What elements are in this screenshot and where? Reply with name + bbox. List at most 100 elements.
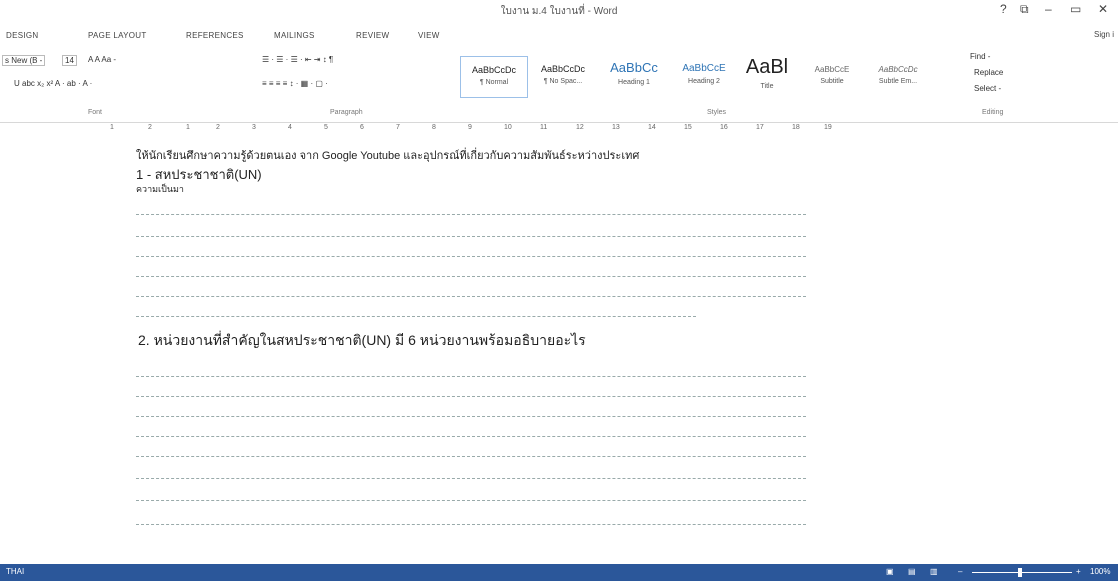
answer-line <box>136 524 806 525</box>
select-button[interactable]: Select - <box>974 84 1001 93</box>
minimize-icon[interactable]: – <box>1045 2 1052 16</box>
style-title[interactable]: AaBl Title <box>738 56 796 96</box>
tab-references[interactable]: REFERENCES <box>186 31 244 40</box>
ruler-number: 4 <box>288 124 292 131</box>
paragraph-group-label: Paragraph <box>330 109 363 116</box>
window-title: ใบงาน ม.4 ใบงานที่ - Word <box>500 6 618 17</box>
answer-line <box>136 316 696 317</box>
answer-line <box>136 236 806 237</box>
ruler-number: 11 <box>540 124 548 131</box>
answer-line <box>136 296 806 297</box>
document-page[interactable]: ให้นักเรียนศึกษาความรู้ด้วยตนเอง จาก Goo… <box>130 140 830 550</box>
answer-line <box>136 256 806 257</box>
horizontal-ruler[interactable]: 1 2 1 2 3 4 5 6 7 8 9 10 11 12 13 14 15 … <box>100 122 840 136</box>
ribbon-tabs: DESIGN PAGE LAYOUT REFERENCES MAILINGS R… <box>0 28 1118 48</box>
style-normal[interactable]: AaBbCcDc ¶ Normal <box>460 56 528 98</box>
answer-line <box>136 416 806 417</box>
style-sample: AaBbCcDc <box>878 65 918 74</box>
ruler-number: 3 <box>252 124 256 131</box>
intro-text: ให้นักเรียนศึกษาความรู้ด้วยตนเอง จาก Goo… <box>136 150 640 162</box>
answer-line <box>136 376 806 377</box>
answer-line <box>136 214 806 215</box>
style-name: ¶ Normal <box>479 79 509 86</box>
answer-line <box>136 396 806 397</box>
web-layout-icon[interactable]: ▥ <box>930 567 938 576</box>
font-grow-shrink-buttons[interactable]: A A Aa - <box>88 55 116 64</box>
ruler-number: 8 <box>432 124 436 131</box>
status-bar: THAI ▣ ▤ ▥ – + 100% <box>0 564 1118 581</box>
ribbon-display-icon[interactable]: ⧉ <box>1020 2 1029 17</box>
zoom-level[interactable]: 100% <box>1090 567 1110 576</box>
style-name: Subtle Em... <box>878 78 918 85</box>
answer-line <box>136 478 806 479</box>
language-indicator[interactable]: THAI <box>6 567 24 576</box>
ruler-number: 2 <box>148 124 152 131</box>
zoom-out-icon[interactable]: – <box>958 567 962 576</box>
style-name: Heading 2 <box>688 78 720 85</box>
zoom-in-icon[interactable]: + <box>1076 567 1081 576</box>
answer-line <box>136 500 806 501</box>
ruler-number: 12 <box>576 124 584 131</box>
style-heading-1[interactable]: AaBbCc Heading 1 <box>600 56 668 96</box>
maximize-icon[interactable]: ▭ <box>1070 2 1081 16</box>
style-heading-2[interactable]: AaBbCcE Heading 2 <box>672 56 736 96</box>
ruler-number: 17 <box>756 124 764 131</box>
style-sample: AaBbCcDc <box>471 65 516 75</box>
answer-line <box>136 456 806 457</box>
section-1-subtitle: ความเป็นมา <box>136 184 184 194</box>
tab-view[interactable]: VIEW <box>418 31 440 40</box>
replace-button[interactable]: Replace <box>974 68 1003 77</box>
answer-line <box>136 436 806 437</box>
font-size-box[interactable]: 14 <box>62 55 77 66</box>
paragraph-list-buttons[interactable]: ☰ · ☰ · ☰ · ⇤ ⇥ ↕ ¶ <box>262 55 333 64</box>
ruler-number: 18 <box>792 124 800 131</box>
read-mode-icon[interactable]: ▣ <box>886 567 894 576</box>
tab-review[interactable]: REVIEW <box>356 31 389 40</box>
ruler-number: 7 <box>396 124 400 131</box>
tab-design[interactable]: DESIGN <box>6 31 38 40</box>
close-icon[interactable]: ✕ <box>1098 2 1108 16</box>
title-bar: ใบงาน ม.4 ใบงานที่ - Word ? ⧉ – ▭ ✕ <box>0 0 1118 22</box>
ruler-number: 16 <box>720 124 728 131</box>
style-sample: AaBbCcDc <box>540 64 585 74</box>
editing-group-label: Editing <box>982 109 1004 116</box>
section-2-title: 2. หน่วยงานที่สำคัญในสหประชาชาติ(UN) มี … <box>138 332 586 348</box>
zoom-slider[interactable] <box>972 572 1072 573</box>
ruler-number: 13 <box>612 124 620 131</box>
ruler-number: 1 <box>186 124 190 131</box>
ruler-number: 2 <box>216 124 220 131</box>
find-button[interactable]: Find - <box>970 52 990 61</box>
paragraph-align-buttons[interactable]: ≡ ≡ ≡ ≡ ↕ · ▦ · ▢ · <box>262 79 328 88</box>
tab-mailings[interactable]: MAILINGS <box>274 31 315 40</box>
style-no-spacing[interactable]: AaBbCcDc ¶ No Spac... <box>530 56 596 96</box>
style-name: Title <box>760 83 774 90</box>
answer-line <box>136 276 806 277</box>
style-sample: AaBbCcE <box>682 63 726 74</box>
style-name: Subtitle <box>820 78 844 85</box>
styles-group-label: Styles <box>707 109 727 116</box>
ruler-number: 1 <box>110 124 114 131</box>
style-name: ¶ No Spac... <box>543 78 583 85</box>
ribbon: s New (B - 14 A A Aa - U abc x₂ x² A · a… <box>0 46 1118 123</box>
font-group-label: Font <box>88 109 103 116</box>
ruler-number: 5 <box>324 124 328 131</box>
ruler-number: 10 <box>504 124 512 131</box>
ruler-number: 14 <box>648 124 656 131</box>
style-subtle-emphasis[interactable]: AaBbCcDc Subtle Em... <box>866 56 930 96</box>
font-name-box[interactable]: s New (B - <box>2 55 46 66</box>
help-icon[interactable]: ? <box>1000 2 1007 16</box>
style-subtitle[interactable]: AaBbCcE Subtitle <box>800 56 864 96</box>
ruler-number: 19 <box>824 124 832 131</box>
style-name: Heading 1 <box>618 79 650 86</box>
zoom-slider-thumb[interactable] <box>1018 568 1022 577</box>
ruler-number: 9 <box>468 124 472 131</box>
ruler-number: 15 <box>684 124 692 131</box>
tab-page-layout[interactable]: PAGE LAYOUT <box>88 31 147 40</box>
vertical-ruler[interactable] <box>96 140 104 550</box>
style-sample: AaBbCcE <box>814 65 850 74</box>
print-layout-icon[interactable]: ▤ <box>908 567 916 576</box>
font-format-buttons[interactable]: U abc x₂ x² A · ab · A · <box>14 79 92 88</box>
ruler-number: 6 <box>360 124 364 131</box>
style-sample: AaBl <box>745 56 789 78</box>
style-sample: AaBbCc <box>610 60 658 75</box>
